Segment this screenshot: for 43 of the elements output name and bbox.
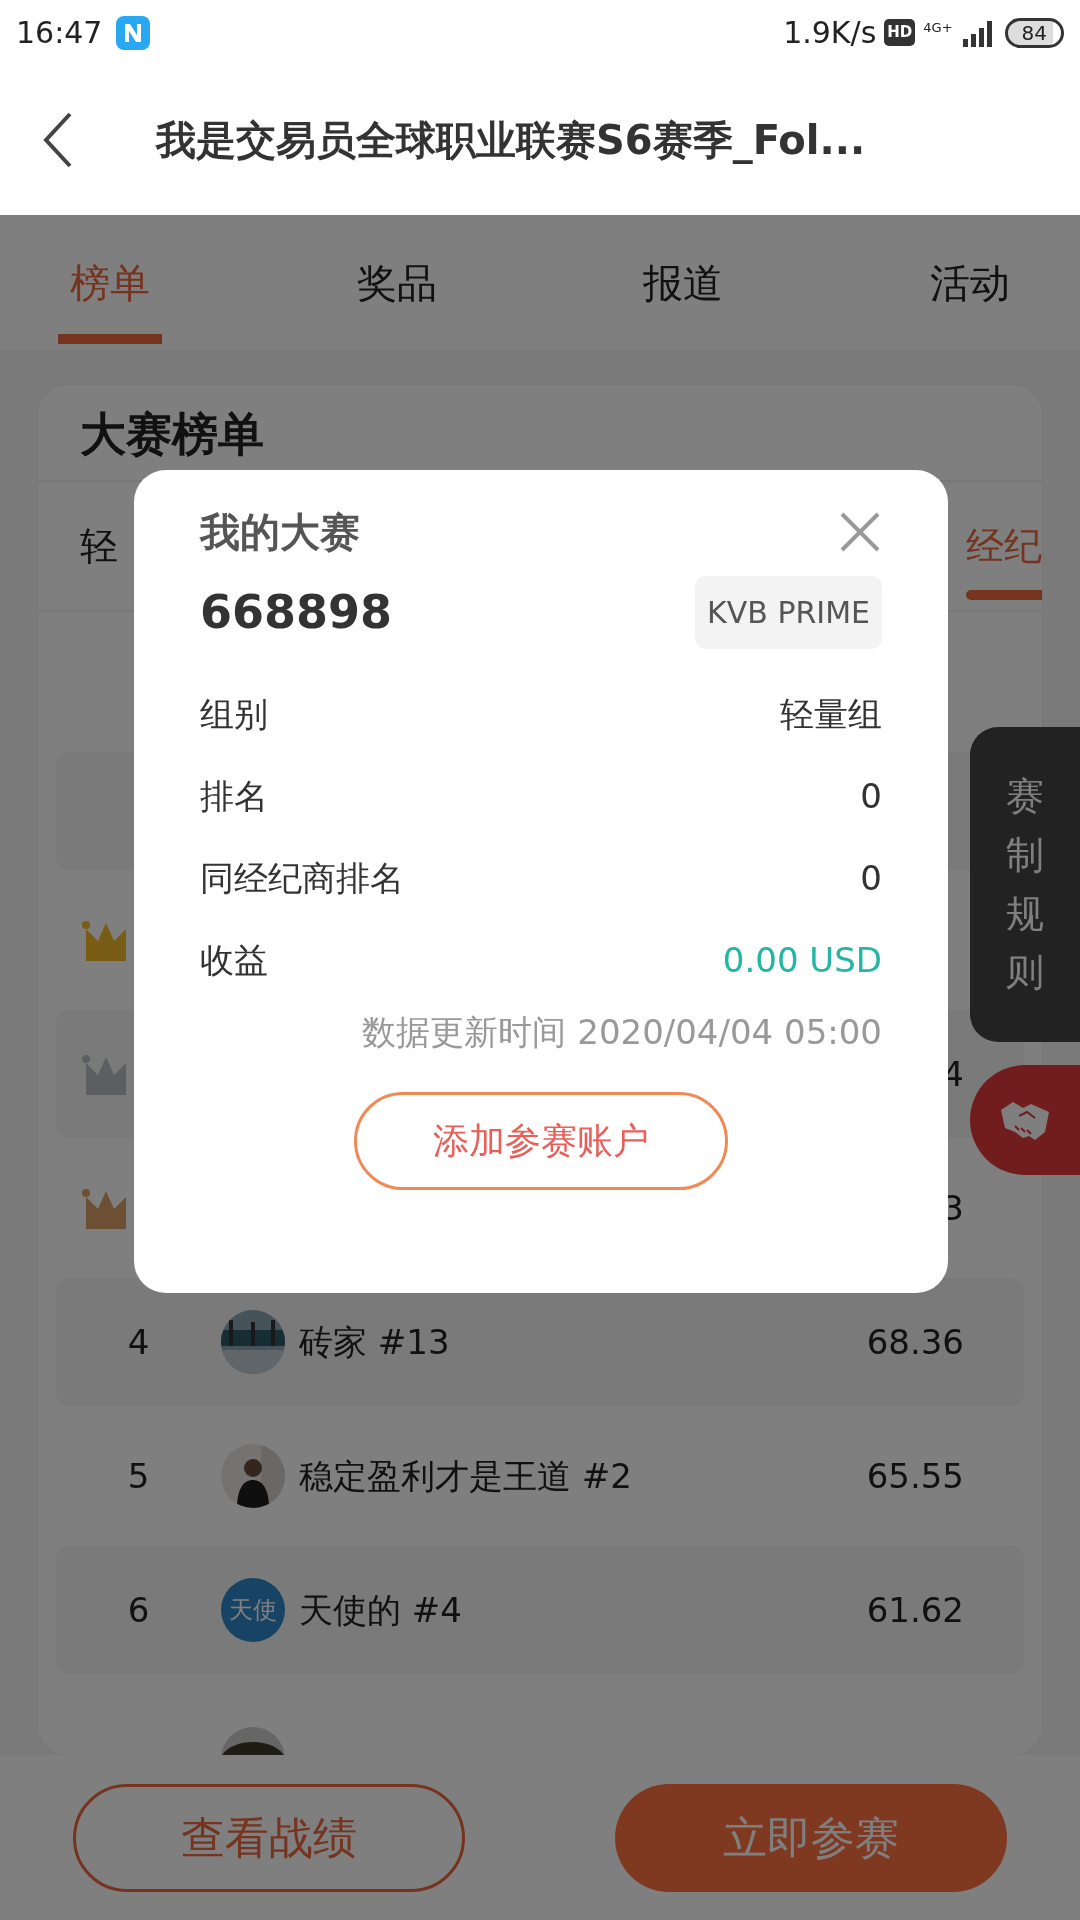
network-type-text: 4G+ bbox=[923, 19, 953, 37]
add-account-button[interactable]: 添加参赛账户 bbox=[354, 1092, 728, 1190]
field-label: 同经纪商排名 bbox=[200, 856, 404, 900]
broker-tag: KVB PRIME bbox=[695, 576, 882, 649]
close-button[interactable] bbox=[838, 510, 882, 554]
dialog-title: 我的大赛 bbox=[200, 508, 360, 557]
rules-button[interactable]: 赛制规则 bbox=[970, 727, 1080, 1042]
tab[interactable]: 活动 bbox=[899, 215, 1040, 350]
score-text: 65.55 bbox=[866, 1454, 964, 1498]
field-value: 0.00 USD bbox=[722, 938, 882, 982]
field-label: 收益 bbox=[200, 938, 268, 982]
join-button[interactable]: 立即参赛 bbox=[615, 1783, 1007, 1892]
tab[interactable]: 奖品 bbox=[326, 215, 467, 350]
handshake-icon bbox=[999, 1100, 1051, 1140]
sub-tab[interactable]: 经纪 bbox=[966, 488, 1042, 605]
user-name: 砖家 #13 bbox=[299, 1320, 450, 1364]
user-name: 天使的 #4 bbox=[299, 1588, 462, 1632]
field-label: 组别 bbox=[200, 692, 268, 736]
app-notification-icon bbox=[116, 15, 151, 50]
rank-text: 5 bbox=[126, 1454, 151, 1498]
field-value: 0 bbox=[860, 856, 882, 900]
record-button[interactable]: 查看战绩 bbox=[73, 1783, 465, 1892]
field-label: 排名 bbox=[200, 774, 268, 818]
tab[interactable]: 报道 bbox=[613, 215, 754, 350]
field-value: 0 bbox=[860, 774, 882, 818]
score-text: 68.36 bbox=[866, 1320, 964, 1364]
hd-badge: HD bbox=[884, 19, 916, 46]
update-time-text: 数据更新时间 2020/04/04 05:00 bbox=[361, 1011, 882, 1054]
page-title: 我是交易员全球职业联赛S6赛季_Fol... bbox=[156, 116, 866, 166]
board-title: 大赛榜单 bbox=[79, 406, 265, 463]
user-name: 稳定盈利才是王道 #2 bbox=[299, 1454, 632, 1498]
rank-text: 4 bbox=[126, 1320, 151, 1364]
rank-text: 6 bbox=[126, 1588, 151, 1632]
network-speed-text: 1.9K/s bbox=[783, 14, 877, 52]
sub-tab[interactable]: 轻 bbox=[80, 488, 118, 605]
score-text: 61.62 bbox=[866, 1588, 964, 1632]
battery-indicator: 84 bbox=[1004, 17, 1064, 48]
account-number: 668898 bbox=[200, 584, 393, 641]
partner-button[interactable] bbox=[970, 1065, 1080, 1175]
field-value: 轻量组 bbox=[780, 692, 882, 736]
avatar-initials: 天使 bbox=[221, 1578, 285, 1643]
tab[interactable]: 榜单 bbox=[40, 215, 180, 350]
time-text: 16:47 bbox=[16, 14, 103, 52]
